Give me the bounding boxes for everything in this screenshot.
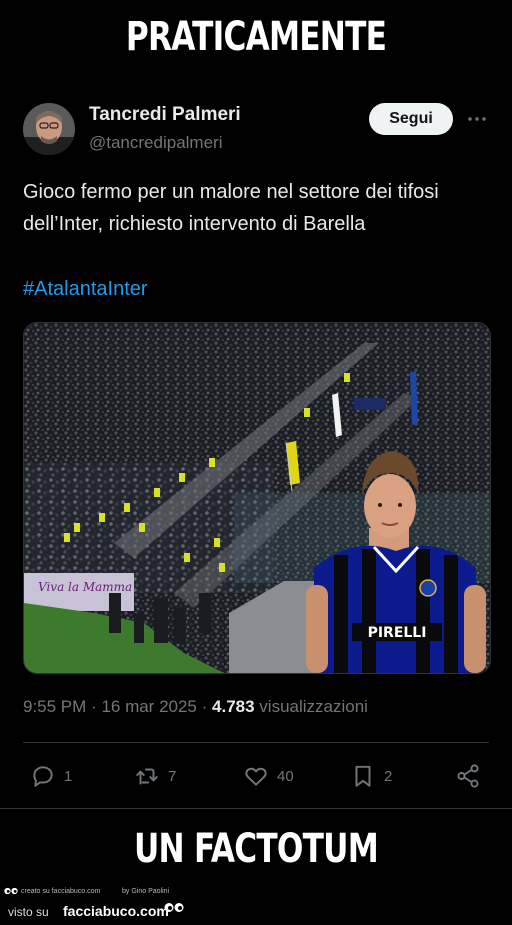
views-count: 4.783 — [212, 697, 255, 716]
eyes-logo-icon — [4, 887, 18, 895]
tweet-date[interactable]: 16 mar 2025 — [101, 697, 196, 716]
watermark-site[interactable]: facciabuco.com — [63, 903, 169, 919]
bookmark-button[interactable]: 2 — [350, 762, 392, 790]
bookmark-count: 2 — [384, 767, 393, 785]
share-button[interactable] — [455, 762, 481, 790]
eyes-logo-icon — [164, 903, 184, 912]
author-handle[interactable]: @tancredipalmeri — [89, 133, 222, 153]
like-icon — [245, 767, 267, 786]
reply-count: 1 — [64, 767, 73, 785]
like-button[interactable]: 40 — [243, 762, 294, 790]
meme-bottom-caption: UN FACTOTUM — [134, 826, 379, 872]
avatar[interactable] — [23, 103, 75, 155]
repost-count: 7 — [168, 767, 177, 785]
repost-button[interactable]: 7 — [134, 762, 176, 790]
tweet-photo[interactable]: Viva la Mamma PIRELLI — [23, 322, 491, 674]
photo-banner: Viva la Mamma — [38, 580, 132, 594]
reply-icon — [33, 766, 53, 787]
watermark-author: by Gino Paolini — [122, 888, 170, 895]
tweet-time[interactable]: 9:55 PM — [23, 697, 86, 716]
more-icon[interactable] — [466, 108, 488, 130]
views-label: visualizzazioni — [259, 697, 368, 716]
like-count: 40 — [277, 767, 294, 785]
tweet-meta: 9:55 PM · 16 mar 2025 · 4.783 visualizza… — [23, 697, 368, 716]
share-icon — [457, 764, 479, 788]
watermark-seen-on: visto su — [8, 905, 49, 919]
author-name[interactable]: Tancredi Palmeri — [89, 104, 241, 126]
tweet-text: Gioco fermo per un malore nel settore de… — [23, 181, 439, 235]
watermark-created: creato su facciabuco.com — [21, 888, 101, 895]
hashtag-link[interactable]: #AtalantaInter — [23, 278, 148, 301]
meme-top-caption: PRATICAMENTE — [125, 14, 387, 60]
repost-icon — [136, 768, 158, 785]
jersey-sponsor: PIRELLI — [368, 625, 427, 641]
divider — [0, 808, 512, 809]
follow-button[interactable]: Segui — [369, 103, 453, 135]
bookmark-icon — [355, 765, 371, 787]
reply-button[interactable]: 1 — [30, 762, 72, 790]
divider — [23, 742, 489, 743]
